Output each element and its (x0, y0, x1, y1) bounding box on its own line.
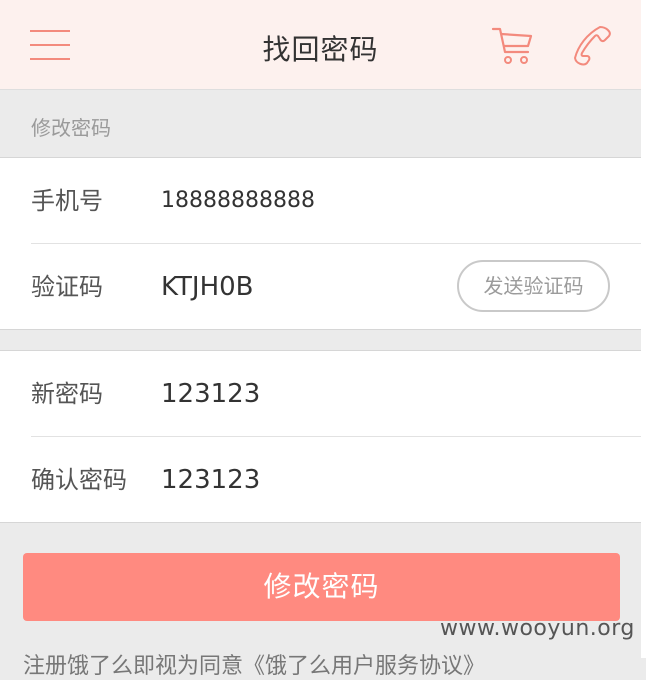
phone-row: 手机号 18888888888 (0, 158, 641, 244)
new-password-input[interactable]: 123123 (161, 351, 260, 437)
shopping-cart-icon[interactable] (490, 24, 536, 66)
new-password-row: 新密码 123123 (0, 351, 641, 437)
watermark: www.wooyun.org (440, 616, 635, 641)
page-title: 找回密码 (262, 33, 379, 66)
submit-button[interactable]: 修改密码 (23, 553, 620, 621)
phone-input[interactable]: 18888888888 (161, 158, 315, 244)
phone-icon[interactable] (570, 24, 616, 66)
terms-notice: 注册饿了么即视为同意《饿了么用户服务协议》 (23, 654, 486, 679)
verification-group: 手机号 18888888888 验证码 KTJH0B 发送验证码 (0, 157, 641, 330)
header-bar: 找回密码 (0, 0, 641, 90)
confirm-password-label: 确认密码 (31, 466, 127, 494)
phone-label: 手机号 (31, 187, 103, 215)
right-edge (641, 0, 646, 658)
page: 找回密码 修改密码 手机号 18888888888 验证码 KTJH0B 发送验… (0, 0, 641, 679)
new-password-label: 新密码 (31, 380, 103, 408)
send-code-button[interactable]: 发送验证码 (457, 260, 610, 312)
confirm-password-input[interactable]: 123123 (161, 437, 260, 523)
password-group: 新密码 123123 确认密码 123123 (0, 350, 641, 523)
code-label: 验证码 (31, 273, 103, 301)
code-row: 验证码 KTJH0B 发送验证码 (0, 244, 641, 330)
code-input[interactable]: KTJH0B (161, 244, 254, 330)
confirm-password-row: 确认密码 123123 (0, 437, 641, 523)
section-label: 修改密码 (31, 116, 111, 140)
